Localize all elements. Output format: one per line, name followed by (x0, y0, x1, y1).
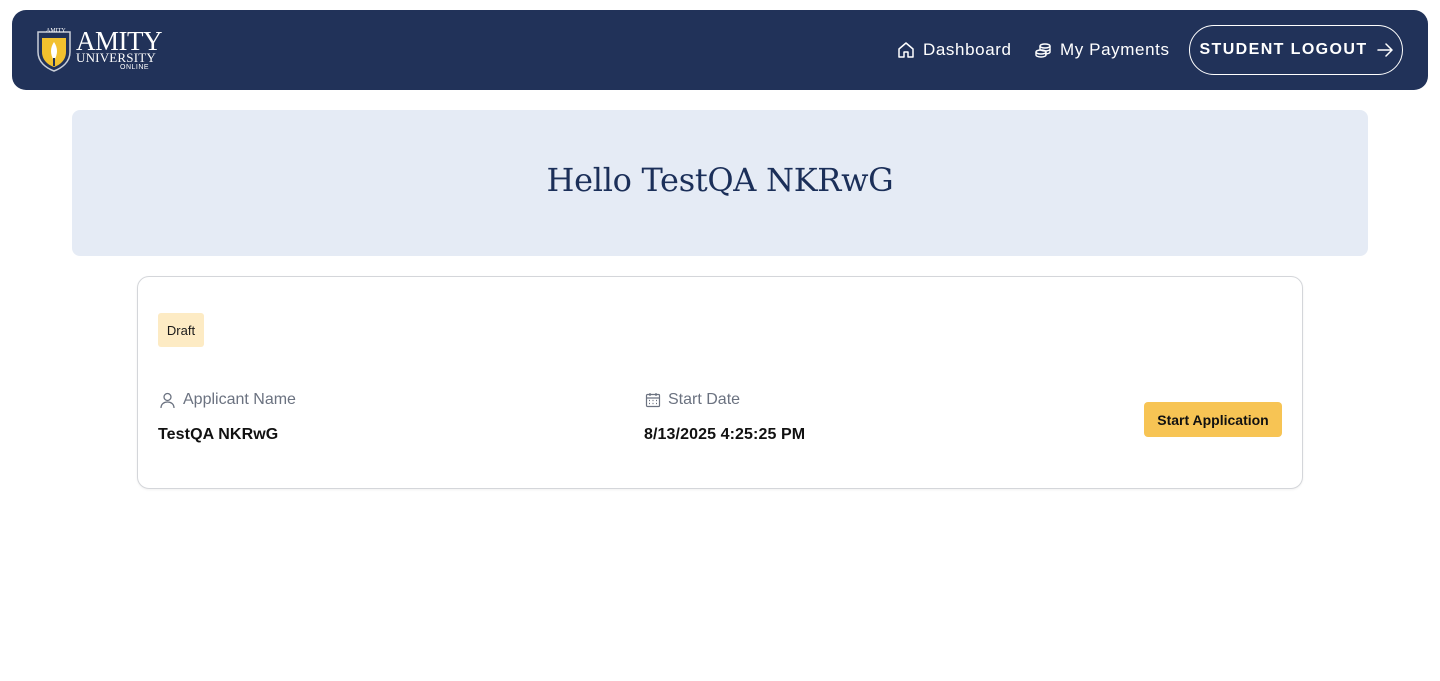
status-badge: Draft (158, 313, 204, 347)
shield-icon (37, 31, 71, 72)
logo-sub-text: UNIVERSITY (76, 50, 156, 65)
start-date-label: Start Date (645, 391, 740, 409)
arrow-right-icon (1376, 43, 1393, 57)
start-date-label-text: Start Date (668, 391, 741, 408)
greeting-heading: Hello TestQA NKRwG (546, 161, 894, 199)
student-logout-button[interactable]: STUDENT LOGOUT (1189, 25, 1403, 75)
coins-icon (1035, 43, 1051, 58)
welcome-banner: Hello TestQA NKRwG (72, 110, 1368, 256)
applicant-name-value: TestQA NKRwG (158, 426, 279, 443)
nav-payments-link[interactable]: My Payments (1034, 38, 1170, 62)
logo-online-text: ONLINE (120, 64, 150, 71)
application-card: Draft Applicant Name TestQA NKRwG Start … (137, 276, 1303, 489)
nav-dashboard-link[interactable]: Dashboard (897, 38, 1012, 62)
logo-small-text: AMITY (46, 28, 66, 34)
nav-dashboard-label: Dashboard (923, 40, 1012, 59)
home-icon (898, 42, 914, 58)
nav-payments-label: My Payments (1060, 40, 1170, 59)
logout-label: STUDENT LOGOUT (1199, 41, 1368, 58)
start-date-value: 8/13/2025 4:25:25 PM (644, 426, 806, 443)
top-navbar: AMITY AMITY UNIVERSITY ONLINE Dashboard … (12, 10, 1428, 90)
start-application-button[interactable]: Start Application (1144, 402, 1282, 437)
user-icon (160, 392, 175, 408)
amity-logo[interactable]: AMITY AMITY UNIVERSITY ONLINE (36, 26, 166, 74)
applicant-name-label: Applicant Name (159, 391, 296, 409)
calendar-icon (645, 393, 661, 408)
applicant-name-label-text: Applicant Name (183, 391, 296, 408)
